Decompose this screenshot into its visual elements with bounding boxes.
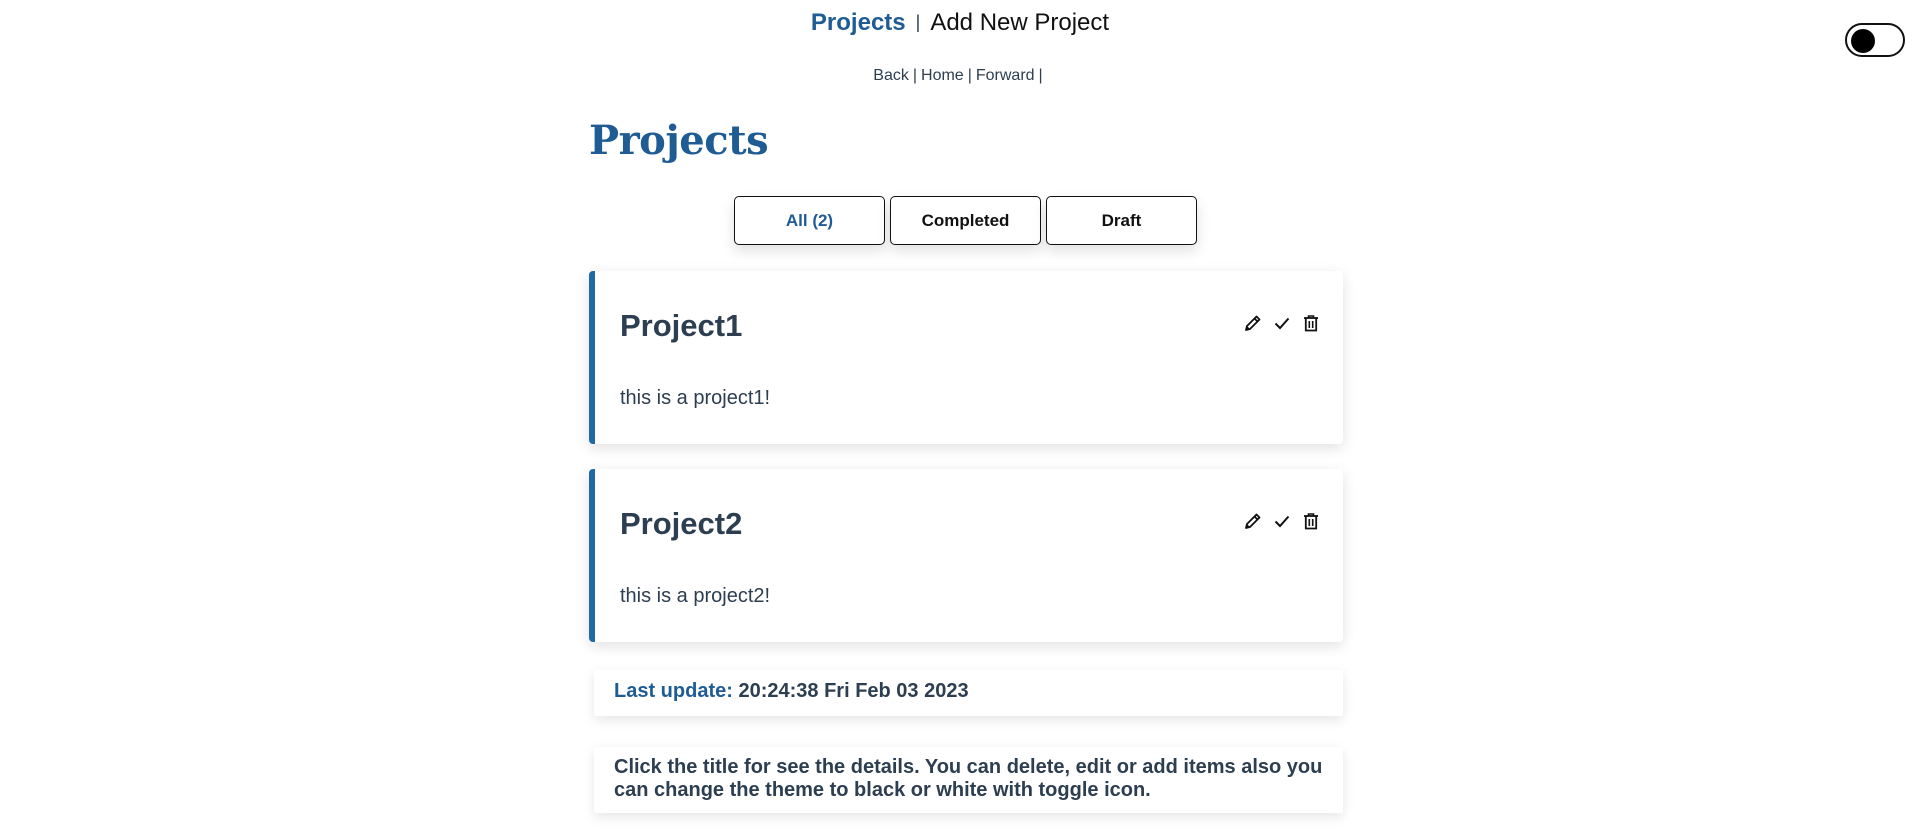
trash-icon[interactable]: [1300, 312, 1321, 333]
last-update-box: Last update: 20:24:38 Fri Feb 03 2023: [594, 670, 1343, 716]
history-separator: |: [912, 67, 918, 84]
pencil-icon[interactable]: [1242, 510, 1263, 531]
nav-projects-link[interactable]: Projects: [811, 9, 906, 36]
help-text: Click the title for see the details. You…: [614, 756, 1323, 801]
project-description: this is a project2!: [620, 585, 771, 607]
project-actions: [1242, 312, 1321, 333]
forward-link[interactable]: Forward: [976, 67, 1035, 84]
trash-icon[interactable]: [1300, 510, 1321, 531]
filter-tabs: All (2) Completed Draft: [734, 196, 1197, 245]
last-update-label: Last update:: [614, 680, 733, 702]
project-card: Project2 this is a project2!: [589, 469, 1343, 642]
project-card: Project1 this is a project1!: [589, 271, 1343, 444]
history-separator: |: [1038, 67, 1043, 84]
home-link[interactable]: Home: [921, 67, 964, 84]
toggle-knob: [1851, 29, 1875, 53]
nav-separator: |: [915, 12, 921, 32]
check-icon[interactable]: [1271, 510, 1292, 531]
filter-all-button[interactable]: All (2): [734, 196, 885, 245]
last-update-value: 20:24:38 Fri Feb 03 2023: [738, 680, 969, 702]
help-text-box: Click the title for see the details. You…: [594, 747, 1343, 813]
project-title[interactable]: Project1: [620, 308, 742, 344]
filter-completed-button[interactable]: Completed: [890, 196, 1041, 245]
project-description: this is a project1!: [620, 387, 771, 409]
project-actions: [1242, 510, 1321, 531]
check-icon[interactable]: [1271, 312, 1292, 333]
back-link[interactable]: Back: [873, 67, 909, 84]
history-navigation: Back | Home | Forward |: [0, 67, 1920, 85]
top-navigation: Projects | Add New Project: [0, 9, 1920, 37]
nav-add-new-project-link[interactable]: Add New Project: [930, 9, 1109, 36]
history-separator: |: [967, 67, 972, 84]
theme-toggle[interactable]: [1845, 23, 1905, 57]
project-title[interactable]: Project2: [620, 506, 742, 542]
pencil-icon[interactable]: [1242, 312, 1263, 333]
filter-draft-button[interactable]: Draft: [1046, 196, 1197, 245]
page-title: Projects: [589, 117, 769, 164]
